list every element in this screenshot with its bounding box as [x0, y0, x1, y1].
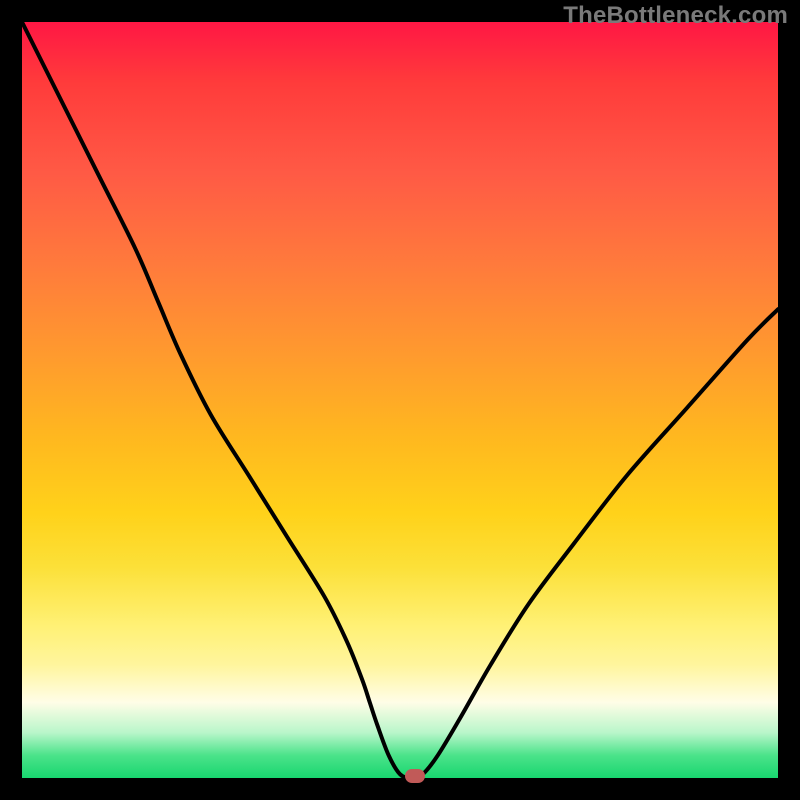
minimum-marker: [405, 769, 425, 783]
bottleneck-curve: [22, 22, 778, 778]
chart-frame: TheBottleneck.com: [0, 0, 800, 800]
watermark-text: TheBottleneck.com: [563, 2, 788, 30]
